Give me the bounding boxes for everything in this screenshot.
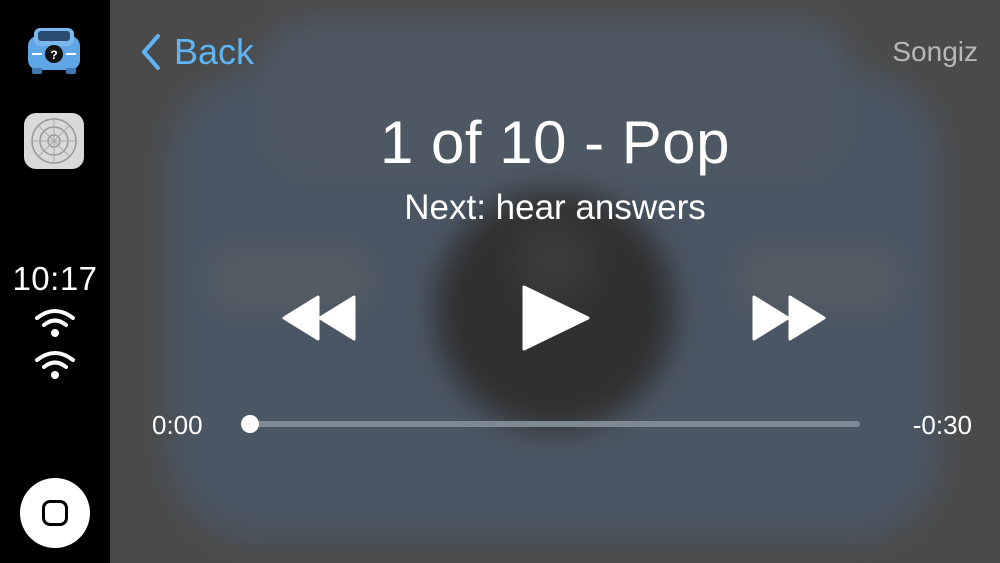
carplay-screen: ? 10:17 Back Songiz 1 of 10 - Pop Next: … [0, 0, 1000, 563]
track-subtitle: Next: hear answers [404, 188, 706, 227]
back-label: Back [174, 31, 255, 72]
now-playing-panel: Back Songiz 1 of 10 - Pop Next: hear ans… [110, 0, 1000, 563]
carplay-sidebar: ? 10:17 [0, 0, 110, 563]
wifi-icon [33, 306, 77, 340]
album-art-background [110, 0, 1000, 563]
app-title: Songiz [892, 36, 978, 67]
back-button[interactable]: Back [138, 30, 254, 74]
rewind-icon [282, 295, 356, 341]
track-title: 1 of 10 - Pop [379, 109, 731, 176]
status-clock: 10:17 [12, 260, 98, 297]
remaining-time: -0:30 [912, 410, 972, 440]
play-button[interactable] [518, 283, 592, 353]
home-button[interactable] [20, 478, 90, 548]
fast-forward-button[interactable] [750, 293, 828, 343]
progress-slider[interactable] [241, 415, 860, 433]
home-square-icon [42, 500, 68, 526]
wifi-icon [33, 348, 77, 382]
gear-grid-icon [31, 118, 77, 164]
car-icon: ? [28, 28, 80, 74]
play-icon [522, 285, 590, 351]
elapsed-time: 0:00 [152, 410, 203, 440]
svg-text:?: ? [50, 48, 57, 62]
settings-app-icon[interactable] [24, 113, 84, 169]
rewind-button[interactable] [280, 293, 358, 343]
chevron-left-icon [142, 34, 160, 70]
songiz-app-icon[interactable]: ? [24, 22, 84, 78]
fast-forward-icon [752, 295, 826, 341]
progress-knob[interactable] [241, 415, 259, 433]
